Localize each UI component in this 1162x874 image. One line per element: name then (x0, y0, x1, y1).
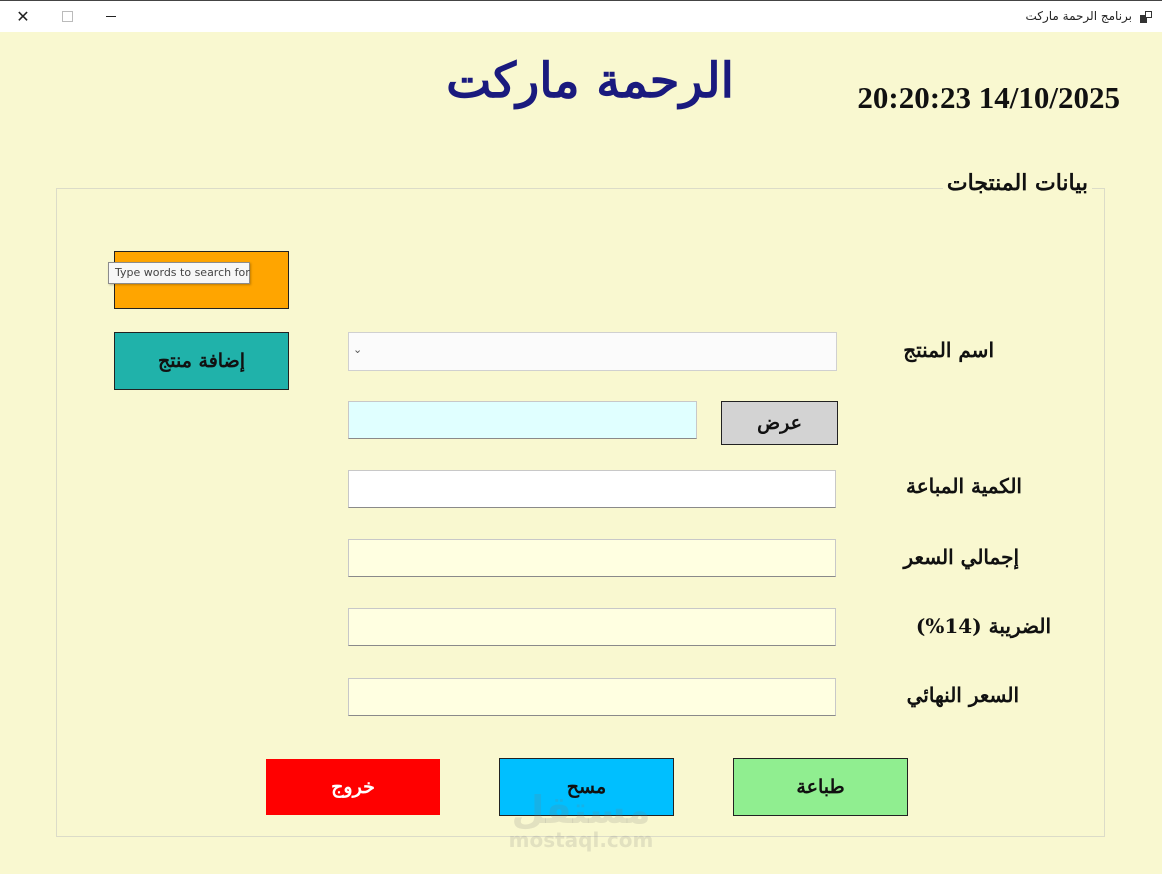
watermark-logo: مستقل mostaql.com (508, 788, 654, 852)
search-tooltip: Type words to search for (108, 262, 250, 284)
window-title: برنامج الرحمة ماركت (1025, 9, 1132, 23)
app-window-icon (1140, 11, 1152, 23)
display-button[interactable]: عرض (721, 401, 838, 445)
tax-field[interactable] (348, 608, 836, 646)
close-icon[interactable]: ✕ (0, 1, 46, 32)
total-price-field[interactable] (348, 539, 836, 577)
final-price-label: السعر النهائي (906, 683, 1019, 707)
tax-label: الضريبة (14%) (915, 614, 1051, 638)
product-name-dropdown[interactable]: ⌄ (348, 332, 837, 371)
product-name-label: اسم المنتج (903, 338, 994, 362)
maximize-icon[interactable] (44, 1, 90, 32)
title-bar: ✕ برنامج الرحمة ماركت (0, 0, 1162, 32)
page-title: الرحمة ماركت (446, 53, 734, 109)
exit-button[interactable]: خروج (266, 759, 440, 815)
group-title: بيانات المنتجات (942, 170, 1092, 196)
quantity-field[interactable] (348, 470, 836, 508)
display-field[interactable] (348, 401, 697, 439)
print-button[interactable]: طباعة (733, 758, 908, 816)
date-time-display: 20:20:23 14/10/2025 (857, 80, 1120, 115)
minimize-icon[interactable] (88, 1, 134, 32)
quantity-label: الكمية المباعة (906, 474, 1022, 498)
add-product-button[interactable]: إضافة منتج (114, 332, 289, 390)
final-price-field[interactable] (348, 678, 836, 716)
total-price-label: إجمالي السعر (903, 545, 1019, 569)
chevron-down-icon: ⌄ (353, 343, 363, 356)
